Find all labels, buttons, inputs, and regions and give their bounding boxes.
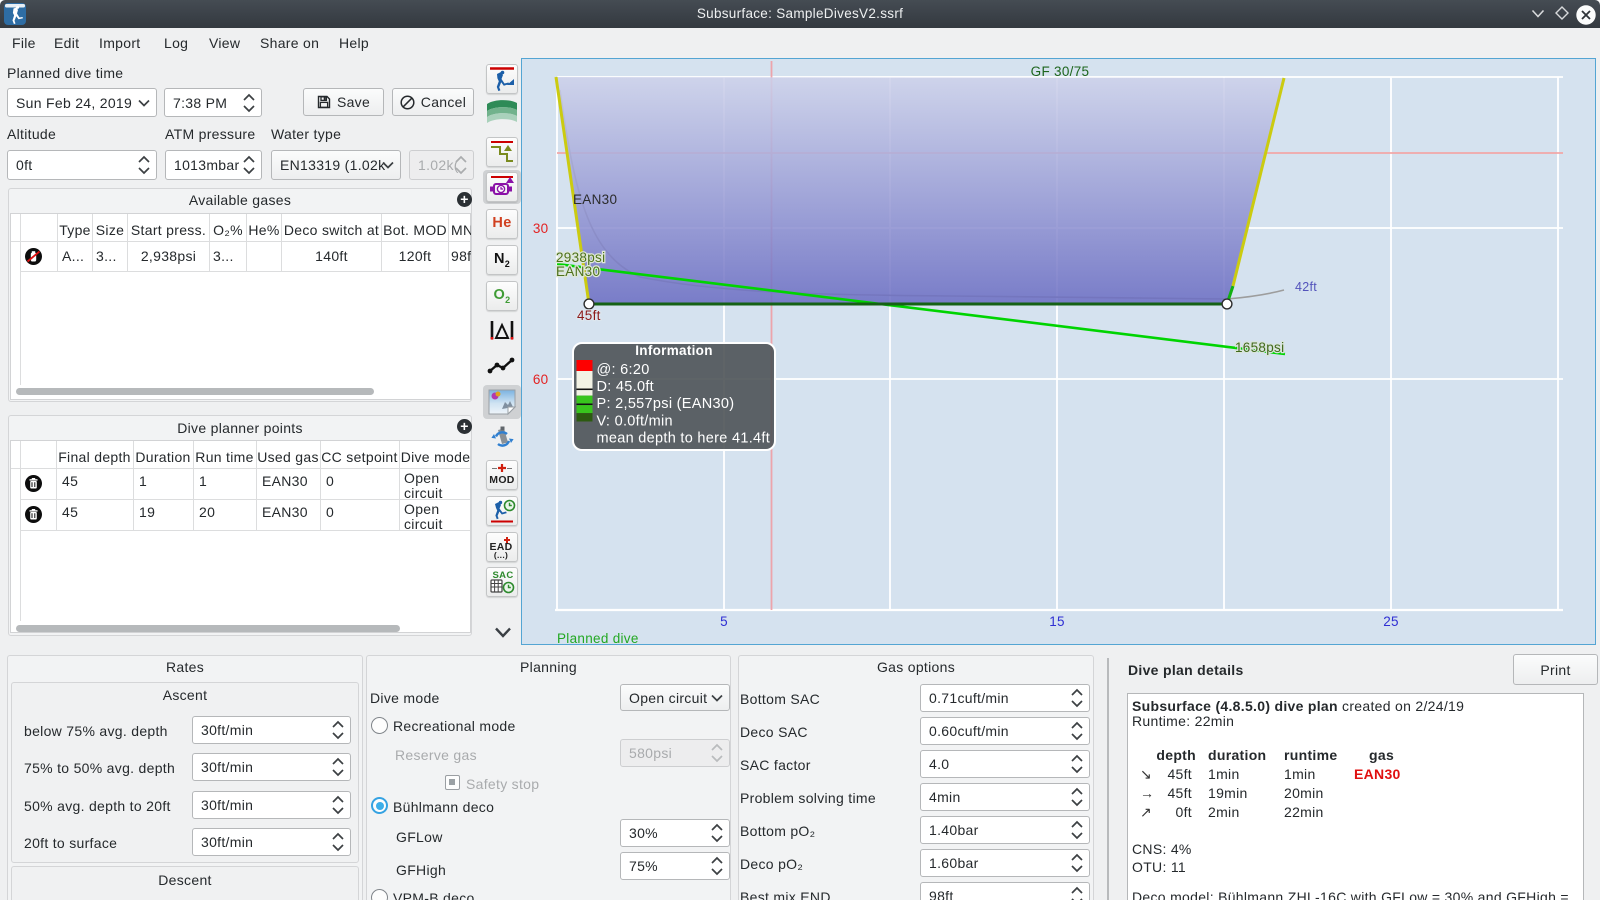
svg-text:D: 45.0ft: D: 45.0ft (597, 379, 655, 395)
svg-text:mean depth to here 41.4ft: mean depth to here 41.4ft (597, 430, 771, 446)
svg-text:MOD: MOD (489, 474, 515, 486)
svg-text:45ft: 45ft (577, 308, 601, 323)
svg-text:15: 15 (1049, 614, 1065, 629)
svg-text:SAC: SAC (493, 570, 514, 581)
svg-text:Planned dive: Planned dive (557, 631, 639, 645)
svg-text:60: 60 (533, 372, 549, 387)
svg-text:P: 2,557psi (EAN30): P: 2,557psi (EAN30) (597, 396, 735, 412)
svg-text:1658psi: 1658psi (1235, 340, 1284, 355)
svg-text:30: 30 (533, 221, 549, 236)
svg-text:2938psi: 2938psi (556, 250, 605, 265)
svg-text:42ft: 42ft (1295, 280, 1317, 294)
svg-text:25: 25 (1383, 614, 1399, 629)
svg-text:V: 0.0ft/min: V: 0.0ft/min (597, 413, 673, 429)
svg-text:5: 5 (720, 614, 728, 629)
svg-text:@: 6:20: @: 6:20 (597, 362, 650, 378)
svg-text:(...): (...) (494, 550, 508, 560)
svg-text:GF 30/75: GF 30/75 (1031, 64, 1090, 79)
svg-text:EAN30: EAN30 (573, 192, 617, 207)
svg-text:Information: Information (635, 343, 713, 358)
svg-text:EAN30: EAN30 (556, 264, 600, 279)
